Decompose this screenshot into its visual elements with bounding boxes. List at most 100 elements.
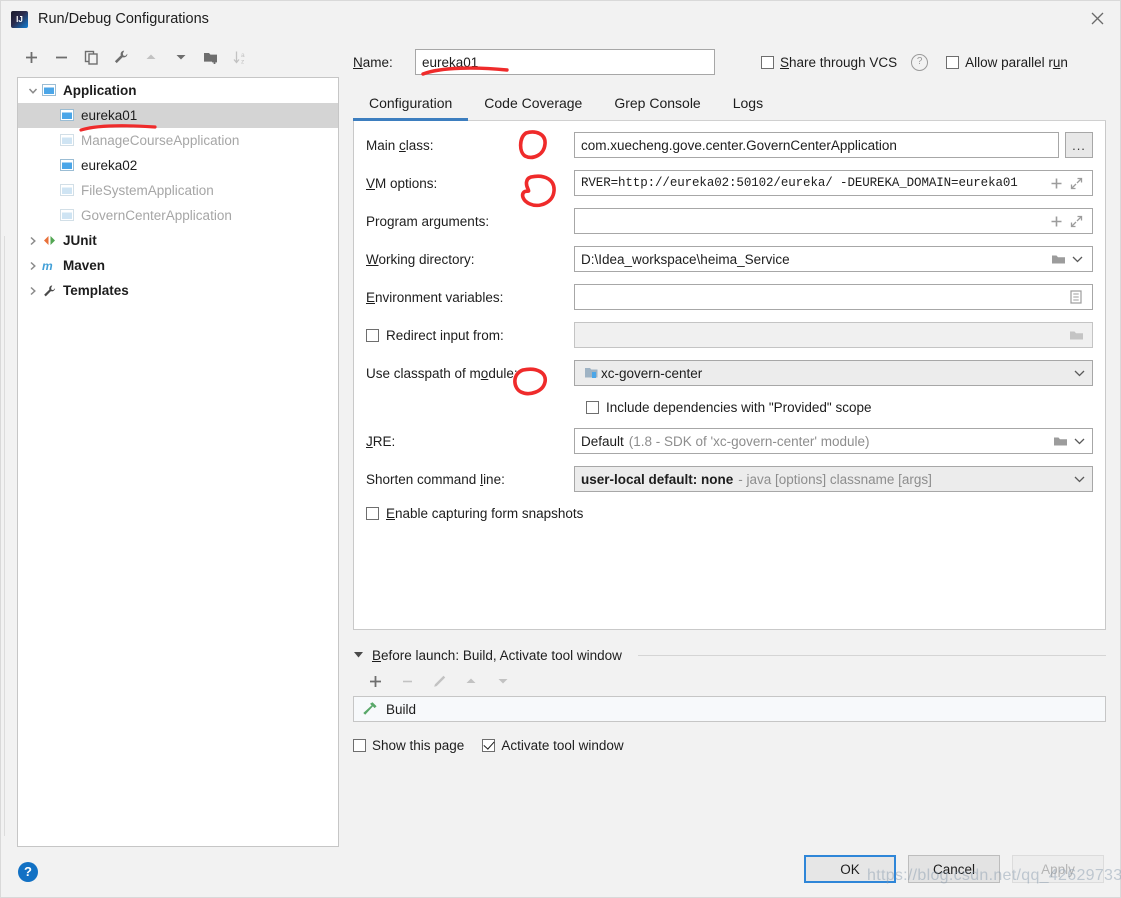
allow-parallel-run-checkbox[interactable]: Allow parallel run <box>946 55 1068 70</box>
environment-variables-input[interactable] <box>574 284 1093 310</box>
application-icon <box>60 209 80 222</box>
maven-icon: m <box>42 259 62 272</box>
sort-az-icon[interactable]: a z <box>227 44 255 70</box>
tree-item-filesystemapplication[interactable]: FileSystemApplication <box>18 178 338 203</box>
vm-options-add-icon[interactable] <box>1046 177 1066 190</box>
chevron-right-icon[interactable] <box>24 261 42 271</box>
jre-combo[interactable]: Default (1.8 - SDK of 'xc-govern-center'… <box>574 428 1093 454</box>
triangle-up-icon[interactable] <box>137 44 165 70</box>
apply-button[interactable]: Apply <box>1012 855 1104 883</box>
include-provided-checkbox[interactable]: Include dependencies with "Provided" sco… <box>586 397 1093 417</box>
use-classpath-value: xc-govern-center <box>601 366 1070 381</box>
vm-options-expand-icon[interactable] <box>1066 177 1086 190</box>
use-classpath-label: Use classpath of module: <box>366 366 574 381</box>
tree-item-templates[interactable]: Templates <box>18 278 338 303</box>
triangle-down-icon[interactable] <box>353 650 364 661</box>
before-launch-header[interactable]: Before launch: Build, Activate tool wind… <box>353 644 1106 666</box>
jre-value: Default <box>581 434 624 449</box>
activate-tool-window-checkbox[interactable]: Activate tool window <box>482 738 623 753</box>
program-arguments-label: Program arguments: <box>366 214 574 229</box>
main-class-input[interactable]: com.xuecheng.gove.center.GovernCenterApp… <box>574 132 1059 158</box>
jre-hint: (1.8 - SDK of 'xc-govern-center' module) <box>629 434 1050 449</box>
tree-item-label: ManageCourseApplication <box>80 133 239 148</box>
redirect-input-label[interactable]: Redirect input from: <box>366 328 574 343</box>
jre-folder-icon[interactable] <box>1050 435 1070 448</box>
name-input[interactable] <box>415 49 715 75</box>
use-classpath-chevron-down-icon[interactable] <box>1070 369 1088 377</box>
jre-row: JRE: Default (1.8 - SDK of 'xc-govern-ce… <box>366 427 1093 455</box>
configuration-editor-panel: Name: Share through VCS ? Allow parallel… <box>353 41 1106 759</box>
copy-configuration-button[interactable] <box>77 44 105 70</box>
folder-plus-icon[interactable] <box>197 44 225 70</box>
enable-capturing-checkbox[interactable]: Enable capturing form snapshots <box>366 503 1093 523</box>
add-task-button[interactable] <box>361 668 389 694</box>
tree-item-label: GovernCenterApplication <box>80 208 232 223</box>
allow-parallel-label: Allow parallel run <box>965 55 1068 70</box>
help-button[interactable]: ? <box>18 862 38 882</box>
configuration-tab-panel: Main class: com.xuecheng.gove.center.Gov… <box>353 121 1106 630</box>
tree-item-managecourseapplication[interactable]: ManageCourseApplication <box>18 128 338 153</box>
tree-toolbar: a z <box>17 41 341 73</box>
remove-task-button[interactable] <box>393 668 421 694</box>
shorten-command-line-hint: - java [options] classname [args] <box>738 472 1070 487</box>
share-through-vcs-checkbox[interactable]: Share through VCS ? <box>761 54 928 71</box>
tree-item-label: FileSystemApplication <box>80 183 214 198</box>
program-arguments-expand-icon[interactable] <box>1066 215 1086 228</box>
tree-item-eureka02[interactable]: eureka02 <box>18 153 338 178</box>
move-task-up-button[interactable] <box>457 668 485 694</box>
jre-chevron-down-icon[interactable] <box>1070 437 1088 445</box>
remove-configuration-button[interactable] <box>47 44 75 70</box>
tab-configuration[interactable]: Configuration <box>353 88 468 121</box>
environment-variables-editor-icon[interactable] <box>1066 290 1086 304</box>
show-this-page-checkbox-box[interactable] <box>353 739 366 752</box>
show-this-page-checkbox[interactable]: Show this page <box>353 738 464 753</box>
before-launch-task-list[interactable]: Build <box>353 696 1106 722</box>
program-arguments-add-icon[interactable] <box>1046 215 1066 228</box>
wrench-icon[interactable] <box>107 44 135 70</box>
tree-item-governcenterapplication[interactable]: GovernCenterApplication <box>18 203 338 228</box>
pencil-icon[interactable] <box>425 668 453 694</box>
question-mark-icon[interactable]: ? <box>911 54 928 71</box>
vm-options-input[interactable]: RVER=http://eureka02:50102/eureka/ -DEUR… <box>574 170 1093 196</box>
tab-logs[interactable]: Logs <box>717 88 779 121</box>
main-class-browse-button[interactable]: ... <box>1065 132 1093 158</box>
tree-item-maven[interactable]: mMaven <box>18 253 338 278</box>
working-directory-folder-icon[interactable] <box>1048 253 1068 266</box>
cancel-button[interactable]: Cancel <box>908 855 1000 883</box>
working-directory-chevron-down-icon[interactable] <box>1068 255 1086 263</box>
redirect-input-path-input <box>574 322 1093 348</box>
application-icon <box>60 184 80 197</box>
tab-code-coverage[interactable]: Code Coverage <box>468 88 598 121</box>
name-row: Name: Share through VCS ? Allow parallel… <box>353 47 1106 77</box>
tree-item-application[interactable]: Application <box>18 78 338 103</box>
vm-options-label: VM options: <box>366 176 574 191</box>
shorten-command-line-chevron-down-icon[interactable] <box>1070 475 1088 483</box>
window-title: Run/Debug Configurations <box>38 11 209 27</box>
allow-parallel-checkbox-box[interactable] <box>946 56 959 69</box>
configurations-tree[interactable]: Applicationeureka01 ManageCourseApplicati… <box>17 77 339 847</box>
add-configuration-button[interactable] <box>17 44 45 70</box>
program-arguments-input[interactable] <box>574 208 1093 234</box>
vm-options-row: VM options: RVER=http://eureka02:50102/e… <box>366 169 1093 197</box>
chevron-down-icon[interactable] <box>24 86 42 96</box>
tree-item-eureka01[interactable]: eureka01 <box>18 103 338 128</box>
activate-tool-window-checkbox-box[interactable] <box>482 739 495 752</box>
ok-button[interactable]: OK <box>804 855 896 883</box>
use-classpath-combo[interactable]: xc-govern-center <box>574 360 1093 386</box>
enable-capturing-checkbox-box[interactable] <box>366 507 379 520</box>
before-launch-options: Show this page Activate tool window <box>353 731 1106 759</box>
tree-item-label: JUnit <box>62 233 97 248</box>
move-task-down-button[interactable] <box>489 668 517 694</box>
close-icon[interactable] <box>1074 1 1120 36</box>
chevron-right-icon[interactable] <box>24 286 42 296</box>
share-vcs-checkbox-box[interactable] <box>761 56 774 69</box>
redirect-input-checkbox[interactable] <box>366 329 379 342</box>
include-provided-checkbox-box[interactable] <box>586 401 599 414</box>
tab-grep-console[interactable]: Grep Console <box>598 88 716 121</box>
working-directory-input[interactable]: D:\Idea_workspace\heima_Service <box>574 246 1093 272</box>
chevron-right-icon[interactable] <box>24 236 42 246</box>
dialog-buttons: OK Cancel Apply <box>804 855 1104 883</box>
shorten-command-line-combo[interactable]: user-local default: none - java [options… <box>574 466 1093 492</box>
tree-item-junit[interactable]: JUnit <box>18 228 338 253</box>
triangle-down-icon[interactable] <box>167 44 195 70</box>
